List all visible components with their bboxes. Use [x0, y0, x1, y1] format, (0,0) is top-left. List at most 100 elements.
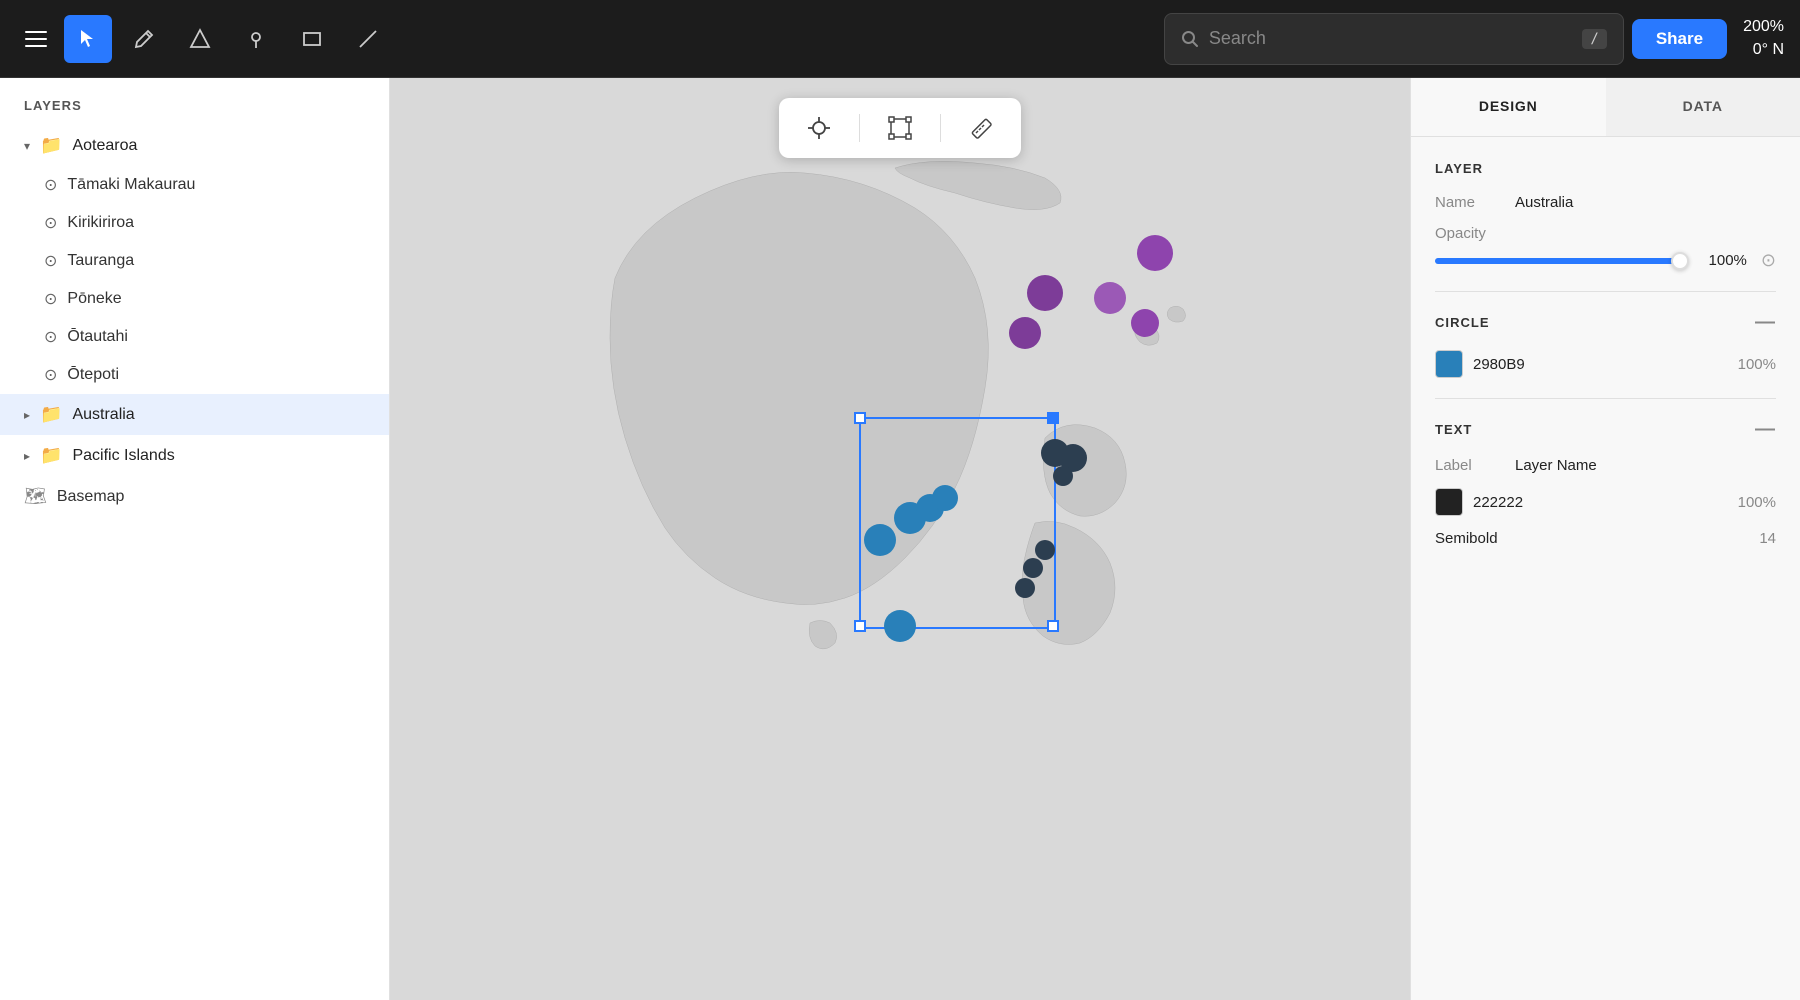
folder-icon: 📁	[40, 445, 62, 466]
text-color-hex: 222222	[1473, 494, 1523, 511]
sidebar: Layers ▾ 📁 Aotearoa ⊙ Tāmaki Makaurau ⊙ …	[0, 78, 390, 1000]
tool-select[interactable]	[64, 15, 112, 63]
aotearoa-children: ⊙ Tāmaki Makaurau ⊙ Kirikiriroa ⊙ Tauran…	[0, 166, 389, 394]
text-color-pct: 100%	[1738, 494, 1776, 511]
layer-item-kirikiriroa[interactable]: ⊙ Kirikiriroa	[20, 204, 389, 242]
layer-group-header-australia[interactable]: ▸ 📁 Australia	[0, 394, 389, 435]
pin-icon: ⊙	[44, 289, 57, 309]
label-value: Layer Name	[1515, 457, 1597, 474]
circle-color-swatch[interactable]	[1435, 350, 1463, 378]
text-collapse-btn[interactable]: —	[1755, 419, 1776, 439]
tool-shape[interactable]	[176, 15, 224, 63]
layer-item-otepoti[interactable]: ⊙ Ōtepoti	[20, 356, 389, 394]
map-toolbar-overlay	[779, 98, 1021, 158]
opacity-value: 100%	[1702, 252, 1747, 269]
tamaki-label: Tāmaki Makaurau	[67, 176, 195, 194]
chevron-right-icon: ▸	[24, 408, 30, 422]
pin-icon: ⊙	[44, 251, 57, 271]
pacific-label: Pacific Islands	[72, 447, 174, 465]
pin-icon: ⊙	[44, 327, 57, 347]
panel-content: LAYER Name Australia Opacity 100% ⊙ CIRC	[1411, 137, 1800, 1000]
layer-name-row: Name Australia	[1435, 194, 1776, 211]
lock-icon[interactable]: ⊙	[1761, 250, 1776, 271]
layer-item-tauranga[interactable]: ⊙ Tauranga	[20, 242, 389, 280]
layer-name-value: Australia	[1515, 194, 1573, 211]
map-tool-crosshair[interactable]	[799, 108, 839, 148]
sidebar-header: Layers	[0, 78, 389, 125]
circle-color-row: 2980B9 100%	[1435, 350, 1776, 378]
name-label: Name	[1435, 194, 1505, 211]
opacity-label-row: Opacity	[1435, 225, 1776, 242]
pin-icon: ⊙	[44, 365, 57, 385]
circle-collapse-btn[interactable]: —	[1755, 312, 1776, 332]
map-tool-bbox[interactable]	[880, 108, 920, 148]
opacity-fill	[1435, 258, 1675, 264]
folder-icon: 📁	[40, 135, 62, 156]
otepoti-label: Ōtepoti	[67, 366, 119, 384]
text-color-swatch[interactable]	[1435, 488, 1463, 516]
tool-divider	[859, 114, 860, 142]
main-toolbar: / Share 200% 0° N	[0, 0, 1800, 78]
tab-design[interactable]: DESIGN	[1411, 78, 1606, 136]
layer-item-poneke[interactable]: ⊙ Pōneke	[20, 280, 389, 318]
basemap-item[interactable]: 🗺 Basemap	[0, 476, 389, 517]
circle-section-header: CIRCLE —	[1435, 312, 1776, 332]
pin-icon: ⊙	[44, 175, 57, 195]
section-divider	[1435, 291, 1776, 292]
layer-item-otautahi[interactable]: ⊙ Ōtautahi	[20, 318, 389, 356]
search-shortcut: /	[1582, 29, 1606, 49]
opacity-thumb[interactable]	[1671, 252, 1689, 270]
opacity-slider[interactable]	[1435, 258, 1688, 264]
sidebar-content: ▾ 📁 Aotearoa ⊙ Tāmaki Makaurau ⊙ Kirikir…	[0, 125, 389, 1000]
tool-pin[interactable]	[232, 15, 280, 63]
zoom-info: 200% 0° N	[1743, 16, 1784, 61]
circle-color-hex: 2980B9	[1473, 356, 1525, 373]
toolbar-right: Share 200% 0° N	[1632, 16, 1784, 61]
search-bar: /	[1164, 13, 1624, 65]
font-size: 14	[1759, 530, 1776, 547]
circle-color-swatch-group: 2980B9	[1435, 350, 1525, 378]
text-color-swatch-group: 222222	[1435, 488, 1523, 516]
layer-item-tamaki[interactable]: ⊙ Tāmaki Makaurau	[20, 166, 389, 204]
aotearoa-label: Aotearoa	[72, 137, 137, 155]
tool-divider	[940, 114, 941, 142]
layer-group-pacific: ▸ 📁 Pacific Islands	[0, 435, 389, 476]
tool-pen[interactable]	[120, 15, 168, 63]
main-area: Layers ▾ 📁 Aotearoa ⊙ Tāmaki Makaurau ⊙ …	[0, 78, 1800, 1000]
zoom-level: 200%	[1743, 16, 1784, 38]
chevron-right-icon: ▸	[24, 449, 30, 463]
map-tool-ruler[interactable]	[961, 108, 1001, 148]
tab-data[interactable]: DATA	[1606, 78, 1800, 136]
tauranga-label: Tauranga	[67, 252, 134, 270]
layer-group-australia: ▸ 📁 Australia	[0, 394, 389, 435]
map-canvas[interactable]	[390, 78, 1410, 1000]
search-input[interactable]	[1209, 28, 1573, 49]
text-label-row: Label Layer Name	[1435, 457, 1776, 474]
text-color-row: 222222 100%	[1435, 488, 1776, 516]
map-icon: 🗺	[24, 486, 47, 507]
menu-button[interactable]	[16, 19, 56, 59]
tool-line[interactable]	[344, 15, 392, 63]
poneke-label: Pōneke	[67, 290, 121, 308]
circle-color-pct: 100%	[1738, 356, 1776, 373]
font-row: Semibold 14	[1435, 530, 1776, 547]
layer-group-header-aotearoa[interactable]: ▾ 📁 Aotearoa	[0, 125, 389, 166]
folder-icon: 📁	[40, 404, 62, 425]
map-svg	[390, 78, 1410, 1000]
tool-rect[interactable]	[288, 15, 336, 63]
otautahi-label: Ōtautahi	[67, 328, 127, 346]
opacity-label: Opacity	[1435, 225, 1505, 242]
opacity-row: 100% ⊙	[1435, 250, 1776, 271]
pin-icon: ⊙	[44, 213, 57, 233]
text-section-header: TEXT —	[1435, 419, 1776, 439]
section-divider-2	[1435, 398, 1776, 399]
chevron-down-icon: ▾	[24, 139, 30, 153]
basemap-label: Basemap	[57, 488, 125, 506]
layer-group-header-pacific[interactable]: ▸ 📁 Pacific Islands	[0, 435, 389, 476]
share-button[interactable]: Share	[1632, 19, 1727, 59]
kirikiriroa-label: Kirikiriroa	[67, 214, 134, 232]
layer-group-aotearoa: ▾ 📁 Aotearoa ⊙ Tāmaki Makaurau ⊙ Kirikir…	[0, 125, 389, 394]
australia-label: Australia	[72, 406, 134, 424]
right-panel: DESIGN DATA LAYER Name Australia Opacity…	[1410, 78, 1800, 1000]
font-weight: Semibold	[1435, 530, 1498, 547]
